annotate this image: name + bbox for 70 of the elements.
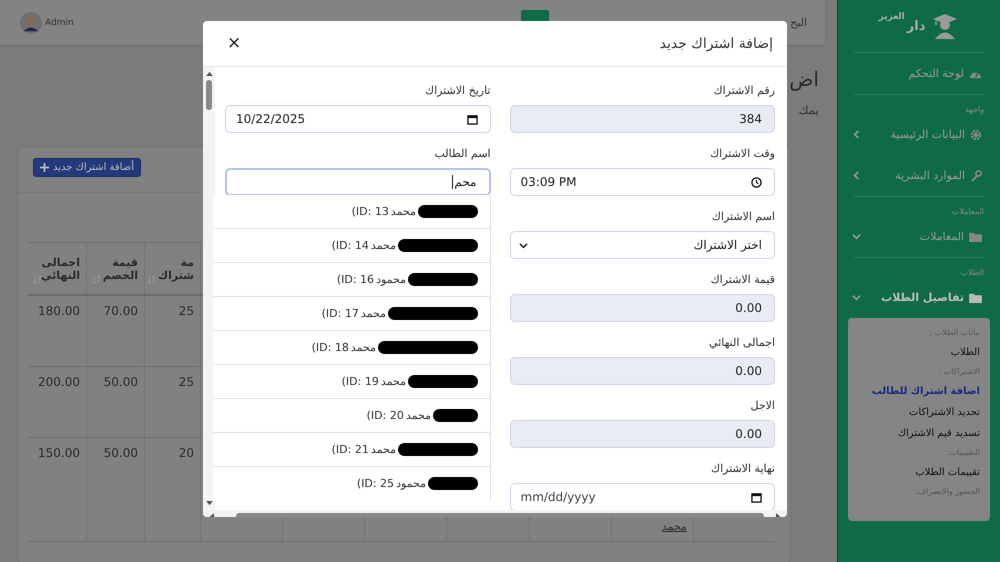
field-label: قيمة الاشتراك [710, 272, 775, 288]
table-cell: 70.00 [104, 304, 138, 318]
table-cell: 25 [178, 304, 194, 318]
field-label: اجمالى النهائي [709, 335, 775, 351]
sidebar-heading: المعاملات [950, 206, 985, 216]
clock-icon[interactable] [751, 176, 762, 188]
caret-icon [518, 240, 528, 250]
page-subtitle: يمك [798, 103, 819, 117]
folder-icon [969, 292, 982, 302]
table-cell: 50.00 [104, 446, 138, 460]
input-field[interactable]: محم [225, 168, 490, 196]
redaction-scribble [408, 375, 478, 388]
input-field[interactable]: 0.00 [510, 357, 775, 385]
sort-icon [92, 275, 101, 284]
select-field[interactable]: اختر الاشتراك [510, 231, 775, 259]
column-header[interactable]: اجمالى النهائي [28, 243, 86, 294]
close-button[interactable]: × [223, 35, 246, 52]
redaction-scribble [428, 477, 478, 490]
table-cell: 25 [178, 375, 194, 389]
column-header[interactable]: مة شتراك [144, 243, 200, 294]
field-label: اسم الطالب [434, 146, 490, 162]
sidebar-heading: واجهة [964, 104, 985, 114]
graduate-icon [931, 12, 960, 40]
student-link[interactable]: محمد [662, 520, 687, 533]
submenu-link[interactable]: الطلاب [858, 342, 980, 363]
input-field[interactable]: 0.00 [510, 294, 775, 322]
table-cell: 200.00 [38, 375, 80, 389]
chevron-down-icon [852, 293, 861, 302]
redaction-scribble [433, 409, 478, 422]
scroll-up-icon[interactable] [206, 71, 212, 76]
time-field[interactable]: 03:09 PM [510, 168, 775, 196]
field-label: تاريخ الاشتراك [425, 83, 490, 99]
input-field[interactable]: 384 [510, 105, 775, 133]
field-label: وقت الاشتراك [710, 146, 775, 162]
field-label: الاجل [750, 398, 775, 414]
calendar-icon[interactable] [751, 492, 762, 502]
date-field[interactable]: 10/22/2025 [225, 105, 490, 133]
column-header[interactable]: قيمة الخصم [86, 243, 144, 294]
gear-icon [970, 128, 982, 140]
date-field[interactable]: mm/dd/yyyy [510, 483, 775, 511]
table-cell: 150.00 [38, 446, 80, 460]
submenu-link[interactable]: تجديد الاشتراكات [858, 402, 980, 423]
chevron-left-icon [852, 130, 861, 139]
field-label: اسم الاشتراك [712, 209, 775, 225]
table-cell: 20 [178, 446, 194, 460]
avatar-icon[interactable] [20, 12, 42, 34]
folder-icon [969, 232, 982, 242]
chevron-left-icon [852, 171, 861, 180]
field-label: نهاية الاشتراك [711, 461, 775, 477]
calendar-icon[interactable] [466, 114, 478, 124]
wrench-icon [970, 170, 982, 182]
page-title: اض [789, 67, 819, 91]
modal-title: إضافة اشتراك جديد [660, 36, 773, 52]
sort-icon [147, 275, 156, 284]
sidebar-heading: الطلاب [959, 267, 985, 277]
sort-icon [33, 275, 42, 284]
submenu-link[interactable]: تقييمات الطلاب [858, 462, 980, 483]
redaction-scribble [418, 205, 478, 218]
redaction-scribble [408, 273, 478, 286]
table-cell: 180.00 [38, 304, 80, 318]
scroll-down-icon[interactable] [206, 501, 212, 506]
scrollbar-thumb[interactable] [206, 80, 212, 110]
field-label: رقم الاشتراك [714, 83, 775, 99]
add-subscription-button[interactable]: أضافة اشتراك جديد [33, 158, 141, 177]
submenu-link[interactable]: تسديد قيم الاشتراك [858, 423, 980, 444]
chevron-down-icon [852, 232, 861, 241]
search-label: البح [790, 16, 807, 29]
table-cell: 50.00 [104, 375, 138, 389]
plus-icon [40, 163, 49, 172]
input-field[interactable]: 0.00 [510, 420, 775, 448]
